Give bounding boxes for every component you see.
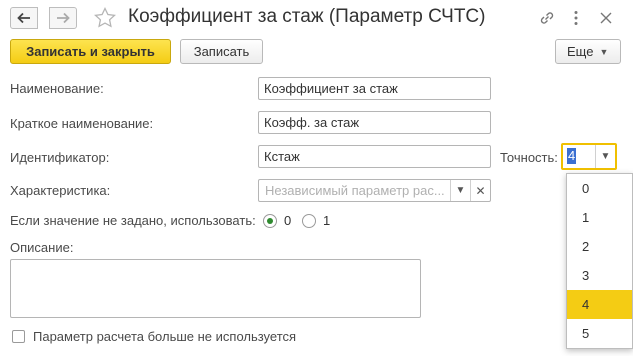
description-textarea[interactable] [10, 259, 421, 318]
dropdown-option-selected[interactable]: 4 [567, 290, 632, 319]
arrow-right-icon [57, 12, 70, 24]
chevron-down-icon: ▼ [455, 185, 466, 196]
link-icon[interactable] [538, 9, 556, 27]
unused-checkbox[interactable] [12, 330, 25, 343]
window-title: Коэффициент за стаж (Параметр СЧТС) [128, 6, 486, 27]
forward-button[interactable] [49, 7, 77, 29]
dropdown-option[interactable]: 1 [567, 203, 632, 232]
precision-label: Точность: [500, 150, 558, 165]
dropdown-option[interactable]: 3 [567, 261, 632, 290]
name-label: Наименование: [10, 81, 104, 96]
chevron-down-icon: ▼ [600, 151, 611, 162]
more-button-label: Еще [567, 44, 594, 59]
more-menu-icon[interactable] [567, 9, 585, 27]
default-radio-0[interactable] [263, 214, 277, 228]
save-and-close-button[interactable]: Записать и закрыть [10, 39, 171, 64]
dropdown-option[interactable]: 5 [567, 319, 632, 348]
identifier-input[interactable]: Кстаж [258, 145, 491, 168]
dropdown-option[interactable]: 0 [567, 174, 632, 203]
default-radio-1[interactable] [302, 214, 316, 228]
unused-checkbox-label: Параметр расчета больше не используется [33, 329, 297, 344]
characteristic-select[interactable]: Независимый параметр рас... ▼ ✕ [258, 179, 491, 202]
default-radio-1-label: 1 [323, 213, 331, 228]
short-name-input[interactable]: Коэфф. за стаж [258, 111, 491, 134]
save-button[interactable]: Записать [180, 39, 263, 64]
precision-dropdown-button[interactable]: ▼ [595, 145, 615, 168]
back-button[interactable] [10, 7, 38, 29]
characteristic-dropdown-button[interactable]: ▼ [450, 180, 470, 201]
default-radio-0-label: 0 [284, 213, 292, 228]
characteristic-label: Характеристика: [10, 183, 111, 198]
dropdown-option[interactable]: 2 [567, 232, 632, 261]
precision-select[interactable]: 4 ▼ [561, 143, 617, 170]
precision-value: 4 [567, 148, 577, 164]
arrow-left-icon [17, 12, 30, 24]
clear-icon: ✕ [475, 183, 486, 198]
short-name-label: Краткое наименование: [10, 116, 154, 131]
close-icon[interactable] [597, 9, 615, 27]
characteristic-placeholder: Независимый параметр рас... [265, 183, 445, 198]
more-button[interactable]: Еще ▼ [555, 39, 621, 64]
identifier-label: Идентификатор: [10, 150, 110, 165]
characteristic-clear-button[interactable]: ✕ [470, 180, 490, 201]
chevron-down-icon: ▼ [599, 46, 609, 57]
description-label: Описание: [10, 240, 74, 255]
default-value-label: Если значение не задано, использовать: [10, 213, 256, 228]
star-icon[interactable] [93, 6, 117, 30]
precision-dropdown-list: 0 1 2 3 4 5 [566, 173, 633, 349]
name-input[interactable]: Коэффициент за стаж [258, 77, 491, 100]
